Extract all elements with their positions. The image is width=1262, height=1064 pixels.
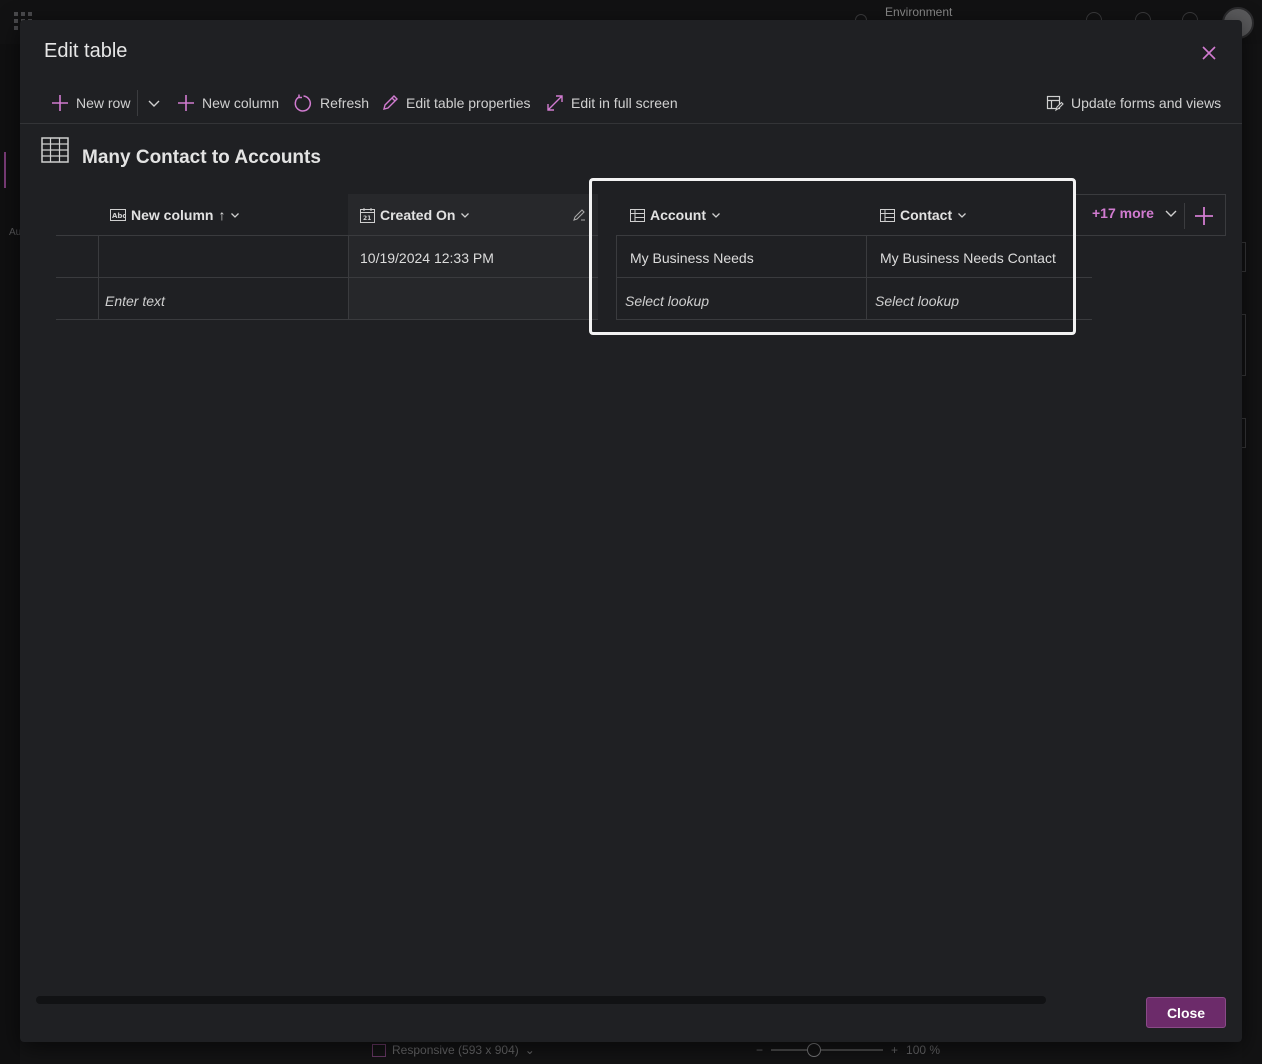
column-header-new-column[interactable]: Abc New column ↑ (98, 194, 348, 236)
zoom-slider[interactable] (771, 1043, 884, 1057)
created-on-cell (348, 278, 598, 320)
plus-icon (1195, 207, 1213, 225)
close-icon[interactable] (1198, 42, 1220, 64)
new-column-label: New column (202, 95, 280, 111)
account-lookup-input[interactable]: Select lookup (616, 278, 866, 320)
chevron-down-icon: ⌄ (524, 1043, 535, 1057)
row-selector-header[interactable] (56, 194, 98, 236)
table-cell[interactable]: My Business Needs (616, 236, 866, 278)
cell-value: 10/19/2024 12:33 PM (360, 250, 494, 266)
edit-pencil-icon[interactable] (572, 208, 586, 222)
edit-table-properties-button[interactable]: Edit table properties (381, 92, 531, 114)
new-row-dropdown-button[interactable] (147, 92, 161, 114)
column-header-label: Created On (380, 207, 456, 223)
lookup-icon (880, 208, 895, 222)
zoom-in-icon[interactable]: + (891, 1043, 898, 1057)
text-type-icon: Abc (110, 209, 126, 221)
column-divider (98, 236, 99, 320)
chevron-down-icon[interactable] (711, 210, 721, 220)
horizontal-scrollbar[interactable] (36, 996, 1046, 1004)
edit-table-properties-label: Edit table properties (406, 95, 531, 111)
expand-icon (547, 95, 563, 111)
input-placeholder: Select lookup (625, 293, 710, 309)
form-update-icon (1046, 95, 1064, 112)
column-header-label: Account (650, 207, 706, 223)
responsive-selector[interactable]: Responsive (593 x 904) ⌄ (372, 1043, 535, 1057)
pencil-icon (383, 95, 398, 110)
device-icon (372, 1043, 386, 1057)
contact-lookup-input[interactable]: Select lookup (866, 278, 1092, 320)
sort-ascending-icon: ↑ (218, 207, 226, 223)
cell-value: My Business Needs Contact (880, 250, 1056, 266)
edit-table-dialog: Edit table New row New column Refresh Ed… (20, 20, 1242, 1042)
command-bar: New row New column Refresh Edit table pr… (20, 84, 1242, 124)
column-header-contact[interactable]: Contact (866, 194, 1092, 236)
table-title: Many Contact to Accounts (82, 147, 321, 168)
update-forms-views-button[interactable]: Update forms and views (1046, 92, 1221, 114)
chevron-down-icon[interactable] (957, 210, 967, 220)
status-bar (20, 1040, 1242, 1064)
zoom-slider-thumb[interactable] (807, 1043, 822, 1057)
svg-text:Abc: Abc (112, 212, 126, 220)
new-row-label: New row (76, 95, 131, 111)
table-cell[interactable]: My Business Needs Contact (866, 236, 1092, 278)
plus-icon (178, 95, 194, 111)
right-panel-field (1242, 418, 1246, 448)
zoom-control[interactable]: − + 100 % (756, 1043, 940, 1057)
column-header-label: Contact (900, 207, 953, 223)
more-columns-button[interactable]: +17 more (1092, 200, 1178, 226)
right-panel-field (1242, 314, 1246, 376)
row-selector[interactable] (56, 278, 98, 320)
column-divider (866, 236, 867, 320)
column-header-created-on[interactable]: 21 Created On (348, 194, 598, 236)
calendar-icon: 21 (360, 207, 375, 223)
header-divider (1184, 203, 1185, 229)
svg-text:21: 21 (363, 215, 371, 222)
right-panel-field (1242, 242, 1246, 272)
chevron-down-icon (1165, 210, 1177, 217)
add-column-button[interactable] (1192, 204, 1216, 228)
zoom-out-icon[interactable]: − (756, 1043, 763, 1057)
refresh-label: Refresh (320, 95, 370, 111)
new-column-button[interactable]: New column (177, 92, 279, 114)
left-nav (0, 44, 20, 1064)
refresh-icon (294, 94, 312, 112)
plus-icon (52, 95, 68, 111)
new-column-input[interactable]: Enter text (98, 278, 348, 320)
column-divider (616, 236, 617, 320)
table-icon (41, 137, 69, 168)
update-forms-views-label: Update forms and views (1071, 95, 1222, 111)
input-placeholder: Enter text (105, 293, 165, 309)
chevron-down-icon (148, 100, 160, 107)
toolbar-divider (137, 90, 138, 116)
responsive-label: Responsive (593 x 904) (392, 1043, 519, 1057)
column-header-label: New column (131, 207, 214, 223)
close-button[interactable]: Close (1146, 997, 1226, 1028)
zoom-level: 100 % (906, 1043, 941, 1057)
column-header-account[interactable]: Account (616, 194, 866, 236)
right-panel (1242, 44, 1262, 1064)
column-divider (348, 236, 349, 320)
left-nav-selected-indicator (4, 152, 6, 188)
table-cell[interactable]: 10/19/2024 12:33 PM (348, 236, 598, 278)
input-placeholder: Select lookup (875, 293, 960, 309)
edit-full-screen-button[interactable]: Edit in full screen (546, 92, 678, 114)
lookup-icon (630, 208, 645, 222)
edit-full-screen-label: Edit in full screen (571, 95, 678, 111)
cell-value: My Business Needs (630, 250, 754, 266)
new-row-button[interactable]: New row (51, 92, 130, 114)
environment-label: Environment (885, 5, 953, 19)
refresh-button[interactable]: Refresh (294, 92, 369, 114)
data-grid: Abc New column ↑ 21 Created On Account C… (56, 194, 1226, 322)
chevron-down-icon[interactable] (230, 210, 240, 220)
table-cell[interactable] (98, 236, 348, 278)
dialog-title: Edit table (44, 40, 128, 62)
row-selector[interactable] (56, 236, 98, 278)
chevron-down-icon[interactable] (460, 210, 470, 220)
more-columns-label: +17 more (1092, 205, 1154, 221)
